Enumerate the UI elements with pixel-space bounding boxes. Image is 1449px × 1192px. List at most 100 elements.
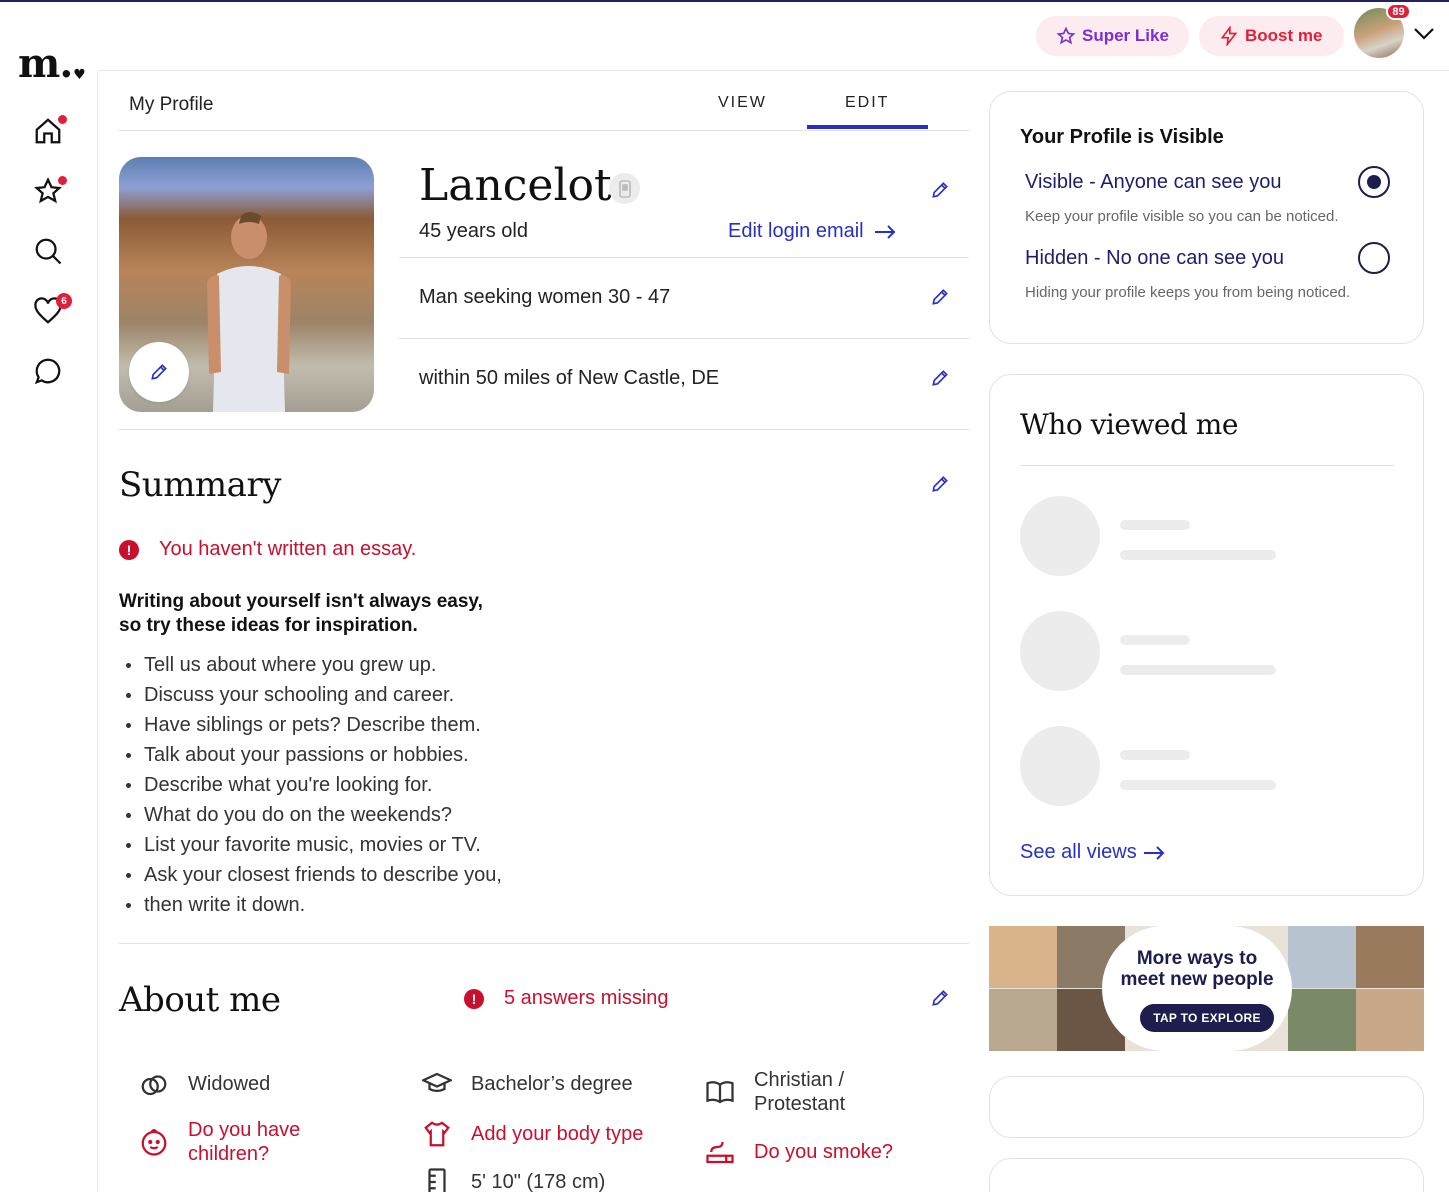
marital-status: Widowed (138, 1068, 270, 1100)
likes-count-badge: 6 (56, 293, 72, 309)
book-icon (704, 1076, 736, 1108)
edit-summary-button[interactable] (928, 472, 952, 496)
chat-bubble-icon (34, 358, 61, 385)
favorites-notification-dot (58, 176, 67, 185)
person-photo-tile (989, 989, 1057, 1051)
profile-name: Lancelot (419, 160, 612, 211)
sidebar-item-favorites[interactable] (30, 173, 67, 209)
sidebar-item-search[interactable] (30, 233, 66, 269)
divider (399, 257, 969, 258)
edit-name-button[interactable] (928, 178, 952, 202)
viewer-placeholder-line (1120, 750, 1190, 760)
divider (399, 338, 969, 339)
person-silhouette-image (207, 212, 291, 412)
hidden-radio[interactable] (1358, 242, 1390, 274)
who-viewed-me-title: Who viewed me (1020, 408, 1238, 441)
edit-location-button[interactable] (928, 366, 952, 390)
pencil-icon (932, 370, 948, 386)
divider (119, 429, 969, 430)
list-item-continuation: then write it down. (126, 890, 502, 920)
person-photo-tile (1288, 989, 1356, 1051)
tap-to-explore-button[interactable]: TAP TO EXPLORE (1140, 1004, 1274, 1032)
edit-login-email-label: Edit login email (728, 220, 864, 242)
list-item: List your favorite music, movies or TV. (126, 830, 502, 860)
religion: Christian / Protestant (704, 1068, 845, 1116)
edit-seeking-button[interactable] (928, 285, 952, 309)
list-item: Ask your closest friends to describe you… (126, 860, 502, 890)
children-question[interactable]: Do you have children? (138, 1118, 300, 1166)
tips-heading: Writing about yourself isn't always easy… (119, 591, 483, 636)
who-viewed-me-card: Who viewed me See all views (989, 374, 1424, 896)
ruler-icon (421, 1166, 453, 1192)
person-photo-tile (1356, 989, 1424, 1051)
seeking-preference: Man seeking women 30 - 47 (419, 286, 671, 308)
cigarette-icon (704, 1136, 736, 1168)
child-face-icon (138, 1126, 170, 1158)
alert-icon: ! (464, 988, 484, 1009)
boost-me-button[interactable]: Boost me (1199, 16, 1344, 56)
lightning-icon (1220, 26, 1238, 46)
visible-option-label[interactable]: Visible - Anyone can see you (1025, 171, 1281, 194)
tab-edit[interactable]: EDIT (845, 94, 889, 112)
profile-header: My Profile VIEW EDIT (119, 72, 969, 131)
shirt-icon (421, 1118, 453, 1150)
divider (119, 943, 969, 944)
viewer-placeholder-line (1120, 520, 1190, 530)
empty-card (989, 1076, 1424, 1138)
visibility-card: Your Profile is Visible Visible - Anyone… (989, 91, 1424, 344)
sidebar-item-likes[interactable]: 6 (30, 293, 72, 329)
about-me-title: About me (119, 980, 281, 1020)
notification-badge: 89 (1386, 3, 1411, 20)
viewer-placeholder-line (1120, 780, 1276, 790)
sidebar-item-messages[interactable] (30, 353, 66, 389)
hidden-option-label[interactable]: Hidden - No one can see you (1025, 247, 1284, 270)
edit-about-button[interactable] (928, 986, 952, 1010)
banner-headline: More ways to meet new people (1120, 948, 1274, 990)
answers-missing-warning[interactable]: ! 5 answers missing (464, 987, 669, 1010)
active-tab-indicator (807, 125, 928, 129)
essay-warning-text: You haven't written an essay. (159, 538, 417, 560)
viewer-placeholder-avatar (1020, 496, 1100, 576)
see-all-views-label: See all views (1020, 841, 1137, 863)
answers-missing-text: 5 answers missing (504, 987, 669, 1009)
page-title: My Profile (129, 94, 214, 115)
profile-age: 45 years old (419, 220, 528, 242)
search-icon (35, 238, 62, 265)
tips-list: Tell us about where you grew up. Discuss… (126, 650, 502, 920)
chevron-down-icon[interactable] (1413, 27, 1435, 41)
location-preference: within 50 miles of New Castle, DE (419, 367, 720, 389)
height: 5' 10" (178 cm) (421, 1166, 605, 1192)
sidebar-item-home[interactable] (30, 113, 67, 149)
tab-view[interactable]: VIEW (718, 94, 767, 112)
visible-option-description: Keep your profile visible so you can be … (1025, 208, 1339, 225)
list-item: Describe what you're looking for. (126, 770, 502, 800)
edit-photo-button[interactable] (129, 342, 189, 402)
edit-login-email-link[interactable]: Edit login email (728, 220, 896, 243)
explore-banner[interactable]: More ways to meet new people TAP TO EXPL… (989, 926, 1424, 1051)
education: Bachelor’s degree (421, 1068, 633, 1100)
list-item: Talk about your passions or hobbies. (126, 740, 502, 770)
visibility-title: Your Profile is Visible (1020, 126, 1224, 148)
rings-icon (138, 1068, 170, 1100)
super-like-button[interactable]: Super Like (1036, 16, 1189, 56)
alert-icon: ! (119, 539, 139, 560)
visible-radio[interactable] (1358, 166, 1390, 198)
hidden-option-description: Hiding your profile keeps you from being… (1025, 284, 1351, 301)
summary-title: Summary (119, 465, 281, 505)
list-item: Have siblings or pets? Describe them. (126, 710, 502, 740)
home-notification-dot (58, 115, 67, 124)
pencil-icon (932, 182, 948, 198)
verify-phone-icon[interactable] (609, 173, 640, 204)
see-all-views-link[interactable]: See all views (1020, 841, 1165, 864)
person-photo-tile (1356, 926, 1424, 988)
viewer-placeholder-line (1120, 635, 1190, 645)
viewer-placeholder-line (1120, 665, 1276, 675)
list-item: Tell us about where you grew up. (126, 650, 502, 680)
body-type-question[interactable]: Add your body type (421, 1118, 643, 1150)
list-item: What do you do on the weekends? (126, 800, 502, 830)
smoking-question[interactable]: Do you smoke? (704, 1136, 893, 1168)
arrow-right-icon (874, 224, 896, 239)
viewer-placeholder-avatar (1020, 611, 1100, 691)
pencil-icon (932, 476, 948, 492)
divider (1020, 465, 1394, 466)
